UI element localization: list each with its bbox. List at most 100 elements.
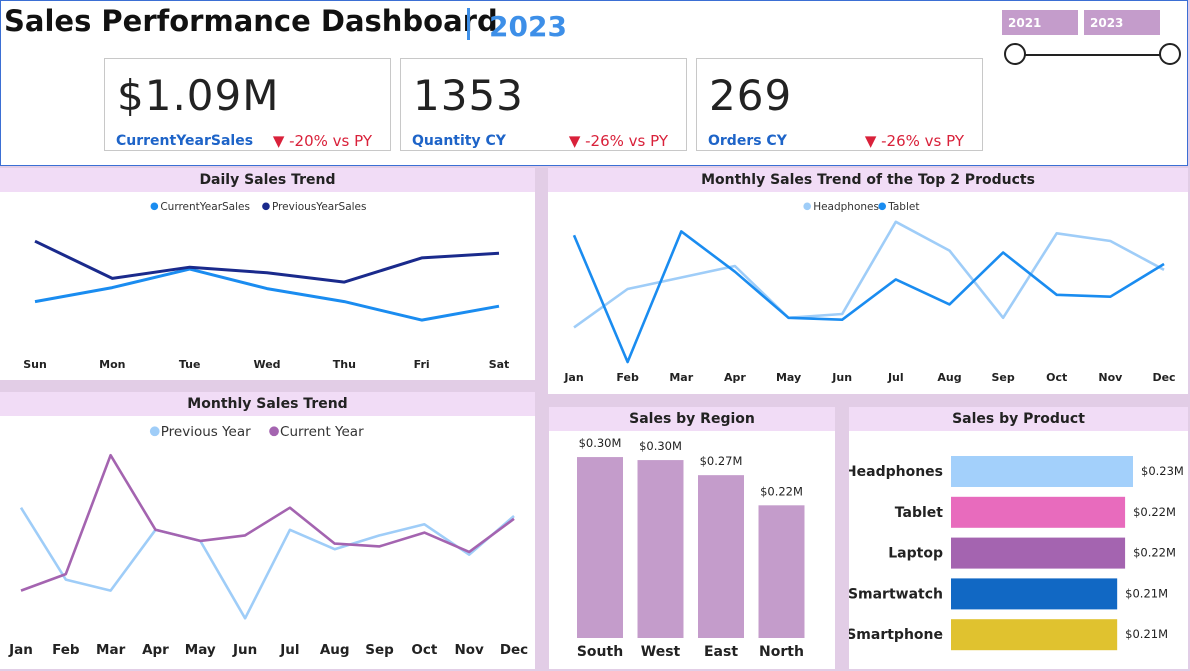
kpi-change-text: -20% vs PY — [289, 132, 372, 150]
x-tick-label: Nov — [1098, 371, 1123, 384]
series-line-1 — [34, 239, 500, 284]
bar — [951, 619, 1118, 651]
data-label: $0.30M — [639, 439, 682, 453]
monthly-sales-trend-panel: Monthly Sales Trend Previous Year Current… — [0, 392, 535, 669]
x-tick-label: West — [641, 644, 681, 660]
x-tick-label: Mar — [96, 642, 126, 658]
x-tick-label: May — [776, 371, 801, 384]
series-line-0 — [34, 267, 500, 322]
x-tick-label: Oct — [411, 642, 437, 658]
series-line-0 — [19, 507, 515, 620]
kpi-change: ▼ -26% vs PY — [569, 132, 668, 150]
year-slider-end-handle[interactable] — [1159, 43, 1181, 65]
legend-marker-1 — [262, 202, 270, 211]
kpi-label: CurrentYearSales — [116, 133, 254, 149]
x-tick-label: Jan — [563, 371, 583, 384]
year-end-box[interactable]: 2023 — [1084, 10, 1160, 35]
daily-sales-trend-panel: Daily Sales Trend CurrentYearSales Previo… — [0, 168, 535, 380]
x-tick-label: Jan — [8, 642, 33, 658]
legend-label-0: CurrentYearSales — [160, 201, 250, 213]
kpi-change-text: -26% vs PY — [881, 132, 964, 150]
x-tick-label: Apr — [724, 371, 746, 384]
bar — [758, 505, 805, 638]
legend-label-0: Headphones — [813, 201, 879, 213]
bar — [951, 578, 1118, 610]
x-tick-label: Mon — [99, 358, 125, 371]
y-tick-label: Smartwatch — [849, 586, 943, 602]
y-tick-label: Tablet — [895, 505, 944, 521]
x-tick-label: Sun — [23, 358, 47, 371]
data-label: $0.22M — [1133, 546, 1176, 560]
x-tick-label: Sep — [991, 371, 1014, 384]
kpi-value: 1353 — [413, 71, 524, 120]
legend-label-1: Current Year — [280, 424, 364, 440]
x-tick-label: Apr — [142, 642, 169, 658]
x-tick-label: Mar — [669, 371, 693, 384]
x-tick-label: Feb — [52, 642, 80, 658]
x-tick-label: Aug — [320, 642, 350, 658]
daily-sales-trend-chart: CurrentYearSales PreviousYearSales Sun Mon T… — [23, 201, 510, 371]
bar — [577, 457, 623, 638]
sales-by-product-chart: Headphones $0.23M Tablet $0.22M Laptop $0.22M… — [849, 456, 1184, 651]
sales-by-region-chart: $0.30M South $0.30M West $0.27M East $0.22M Nor… — [577, 436, 805, 660]
kpi-card-quantity: 1353 Quantity CY ▼ -26% vs PY — [400, 58, 687, 151]
x-tick-label: North — [759, 644, 804, 660]
x-tick-label: Aug — [937, 371, 961, 384]
legend-marker-1 — [269, 426, 279, 437]
x-tick-label: Jun — [831, 371, 852, 384]
data-label: $0.22M — [760, 484, 803, 498]
x-tick-label: Thu — [333, 358, 356, 371]
kpi-change: ▼ -20% vs PY — [273, 132, 372, 150]
y-tick-label: Smartphone — [849, 627, 943, 643]
down-triangle-icon: ▼ — [272, 132, 285, 150]
kpi-card-sales: $1.09M CurrentYearSales ▼ -20% vs PY — [104, 58, 391, 151]
x-tick-label: May — [185, 642, 216, 658]
data-label: $0.21M — [1125, 627, 1168, 641]
y-tick-label: Laptop — [888, 546, 943, 562]
selected-year: 2023 — [489, 10, 567, 43]
data-label: $0.23M — [1141, 464, 1184, 478]
x-tick-label: South — [577, 644, 623, 660]
kpi-label: Quantity CY — [412, 133, 506, 149]
x-tick-label: Feb — [616, 371, 639, 384]
x-tick-label: Oct — [1046, 371, 1067, 384]
kpi-change: ▼ -26% vs PY — [865, 132, 964, 150]
x-tick-label: Fri — [414, 358, 430, 371]
data-label: $0.30M — [579, 436, 622, 450]
x-tick-label: Wed — [253, 358, 280, 371]
kpi-change-text: -26% vs PY — [585, 132, 668, 150]
monthly-sales-trend-chart: Previous Year Current Year Jan Feb Mar Apr May… — [8, 424, 528, 658]
legend-marker-0 — [149, 426, 160, 437]
legend-marker-0 — [803, 202, 811, 211]
kpi-value: $1.09M — [117, 71, 280, 120]
x-tick-label: Dec — [500, 642, 528, 658]
data-label: $0.22M — [1133, 505, 1176, 519]
legend-marker-0 — [150, 202, 159, 211]
y-tick-label: Headphones — [849, 464, 943, 480]
data-label: $0.27M — [700, 454, 743, 468]
x-tick-label: East — [704, 644, 738, 660]
legend-label-0: Previous Year — [161, 424, 251, 440]
x-tick-label: Jul — [279, 642, 299, 658]
year-start-box[interactable]: 2021 — [1002, 10, 1078, 35]
x-tick-label: Tue — [179, 358, 201, 371]
down-triangle-icon: ▼ — [568, 132, 581, 150]
x-tick-label: Sat — [489, 358, 510, 371]
bar — [951, 496, 1126, 528]
data-label: $0.21M — [1125, 586, 1168, 600]
kpi-label: Orders CY — [708, 133, 787, 149]
top-products-trend-chart: Headphones Tablet Jan Feb Mar Apr May Jun Jul Aug… — [563, 201, 1175, 384]
kpi-value: 269 — [709, 71, 793, 120]
bar — [951, 456, 1133, 487]
x-tick-label: Dec — [1152, 371, 1175, 384]
x-tick-label: Nov — [454, 642, 484, 658]
legend-label-1: PreviousYearSales — [272, 201, 367, 213]
kpi-card-orders: 269 Orders CY ▼ -26% vs PY — [696, 58, 983, 151]
bar — [951, 537, 1126, 569]
x-tick-label: Jul — [887, 371, 904, 384]
year-slider-track[interactable] — [1016, 54, 1171, 56]
legend-label-1: Tablet — [887, 201, 919, 213]
top-products-trend-panel: Monthly Sales Trend of the Top 2 Product… — [548, 168, 1188, 394]
year-slider-start-handle[interactable] — [1004, 43, 1026, 65]
down-triangle-icon: ▼ — [864, 132, 877, 150]
